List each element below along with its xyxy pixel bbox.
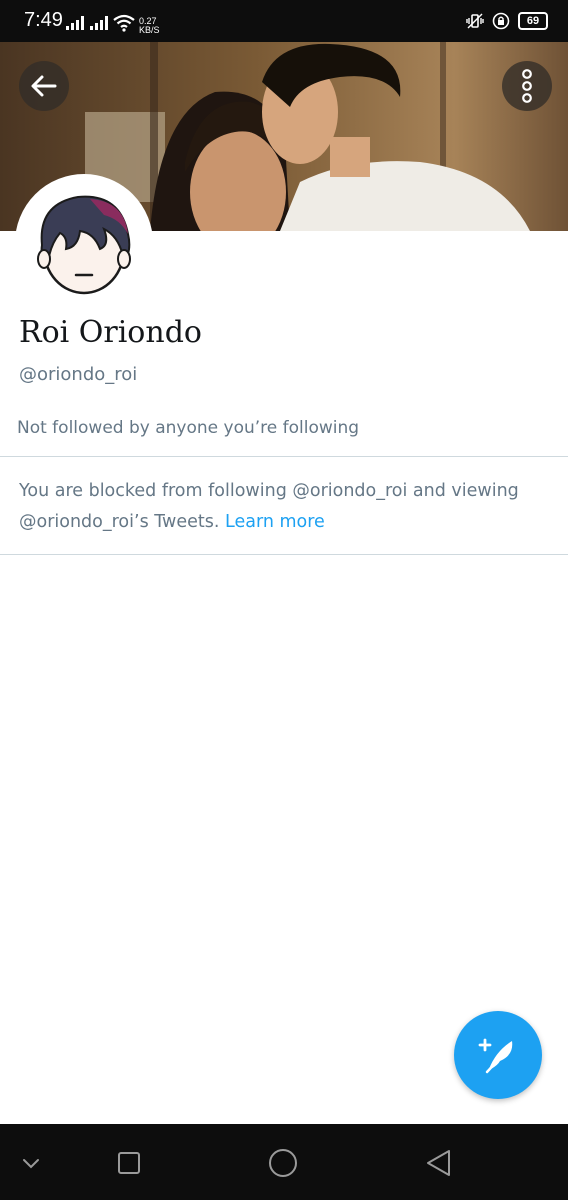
learn-more-link[interactable]: Learn more <box>225 512 325 532</box>
profile-handle: @oriondo_roi <box>19 364 138 385</box>
more-options-button[interactable] <box>502 61 552 111</box>
followed-by-text: Not followed by anyone you’re following <box>17 418 360 438</box>
compose-tweet-icon <box>478 1038 513 1074</box>
recent-apps-icon[interactable] <box>112 1146 146 1180</box>
back-button[interactable] <box>19 61 69 111</box>
back-triangle-icon[interactable] <box>422 1146 456 1180</box>
signal-icon <box>66 16 84 30</box>
system-nav-bar <box>0 1124 568 1200</box>
rotation-lock-icon <box>492 12 510 30</box>
divider <box>0 456 568 457</box>
status-bar: 7:49 0.27 KB/S 69 <box>0 0 568 42</box>
home-circle-icon[interactable] <box>266 1146 300 1180</box>
wifi-icon <box>113 14 135 32</box>
signal-icon <box>90 16 108 30</box>
chevron-down-icon[interactable] <box>14 1146 48 1180</box>
more-vertical-icon <box>522 69 532 103</box>
vibrate-icon <box>466 13 484 29</box>
network-speed: 0.27 KB/S <box>139 17 160 35</box>
compose-tweet-button[interactable] <box>454 1011 542 1099</box>
back-arrow-icon <box>31 75 57 97</box>
avatar-image <box>20 179 148 307</box>
battery-indicator: 69 <box>518 12 548 30</box>
display-name: Roi Oriondo <box>19 315 202 350</box>
divider <box>0 554 568 555</box>
avatar[interactable] <box>15 174 153 312</box>
blocked-notice: You are blocked from following @oriondo_… <box>19 476 549 538</box>
network-speed-unit: KB/S <box>139 25 160 35</box>
status-time: 7:49 <box>24 9 63 31</box>
